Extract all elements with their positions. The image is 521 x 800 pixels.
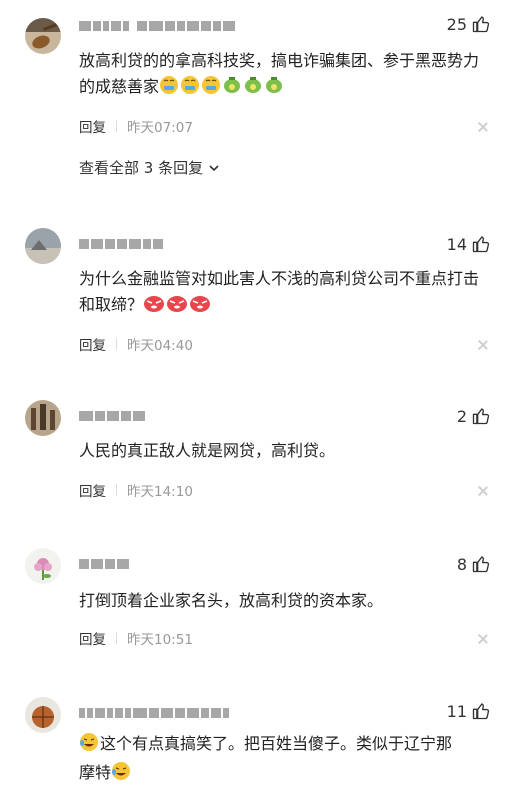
laughing-tears-emoji-icon [111, 761, 131, 789]
cold-sweat-emoji-icon [159, 75, 179, 103]
username-blurred[interactable] [79, 707, 229, 719]
like-count: 8 [456, 554, 467, 574]
avatar[interactable] [25, 548, 61, 584]
username-blurred[interactable] [79, 20, 235, 32]
close-icon[interactable] [478, 122, 488, 132]
avatar-architecture-image [25, 400, 61, 436]
angry-face-emoji-icon [143, 293, 165, 321]
avatar[interactable] [25, 400, 61, 436]
like-button[interactable]: 14 [447, 234, 491, 254]
avatar-flower-image [25, 548, 61, 584]
divider [116, 338, 117, 350]
comment-time: 昨天14:10 [127, 484, 193, 500]
laughing-tears-emoji-icon [79, 732, 99, 760]
like-count: 2 [456, 406, 467, 426]
comment-meta: 回复 昨天10:51 [79, 628, 193, 648]
reply-button[interactable]: 回复 [79, 116, 106, 136]
comment-meta: 回复 昨天14:10 [79, 480, 193, 500]
like-button[interactable]: 2 [457, 406, 491, 426]
avatar[interactable] [25, 228, 61, 264]
avatar-basketball-image [25, 697, 61, 733]
avatar[interactable] [25, 18, 61, 54]
comment-text: 放高利贷的的拿高科技奖，搞电诈骗集团、参于黑恶势力的成慈善家 [79, 48, 479, 103]
like-button[interactable]: 11 [447, 701, 491, 721]
close-icon[interactable] [478, 634, 488, 644]
like-count: 25 [446, 14, 467, 34]
cold-sweat-emoji-icon [180, 75, 200, 103]
comment-text: 这个有点真搞笑了。把百姓当傻子。类似于辽宁那 摩特 [79, 731, 479, 789]
angry-face-emoji-icon [166, 293, 188, 321]
reply-button[interactable]: 回复 [79, 334, 106, 354]
username-blurred[interactable] [79, 238, 163, 250]
username-blurred[interactable] [79, 410, 145, 422]
angry-face-emoji-icon [189, 293, 211, 321]
comment-time: 昨天10:51 [127, 632, 193, 648]
bitter-melon-emoji-icon [222, 75, 242, 103]
close-icon[interactable] [478, 486, 488, 496]
comment-text: 打倒顶着企业家名头，放高利贷的资本家。 [79, 591, 384, 610]
bitter-melon-emoji-icon [243, 75, 263, 103]
avatar[interactable] [25, 697, 61, 733]
divider [116, 632, 117, 644]
avatar-landscape-image [25, 228, 61, 264]
like-count: 11 [446, 701, 467, 721]
comment-time: 昨天07:07 [127, 120, 193, 136]
reply-button[interactable]: 回复 [79, 628, 106, 648]
divider [116, 484, 117, 496]
comment-text: 人民的真正敌人就是网贷，高利贷。 [79, 441, 336, 460]
like-button[interactable]: 25 [447, 14, 491, 34]
thumbs-up-icon [472, 408, 490, 425]
thumbs-up-icon [472, 703, 490, 720]
thumbs-up-icon [472, 236, 490, 253]
username-blurred[interactable] [79, 558, 129, 570]
comment-time: 昨天04:40 [127, 338, 193, 354]
bitter-melon-emoji-icon [264, 75, 284, 103]
avatar-guitar-image [25, 18, 61, 54]
comment-meta: 回复 昨天04:40 [79, 334, 193, 354]
thumbs-up-icon [472, 556, 490, 573]
thumbs-up-icon [472, 16, 490, 33]
reply-button[interactable]: 回复 [79, 480, 106, 500]
cold-sweat-emoji-icon [201, 75, 221, 103]
chevron-down-icon [209, 164, 219, 171]
like-button[interactable]: 8 [457, 554, 491, 574]
comment-meta: 回复 昨天07:07 [79, 116, 193, 136]
close-icon[interactable] [478, 340, 488, 350]
comment-text: 为什么金融监管对如此害人不浅的高利贷公司不重点打击和取缔？ [79, 266, 479, 321]
view-all-replies-button[interactable]: 查看全部 3 条回复 [79, 157, 221, 178]
like-count: 14 [446, 234, 467, 254]
divider [116, 120, 117, 132]
